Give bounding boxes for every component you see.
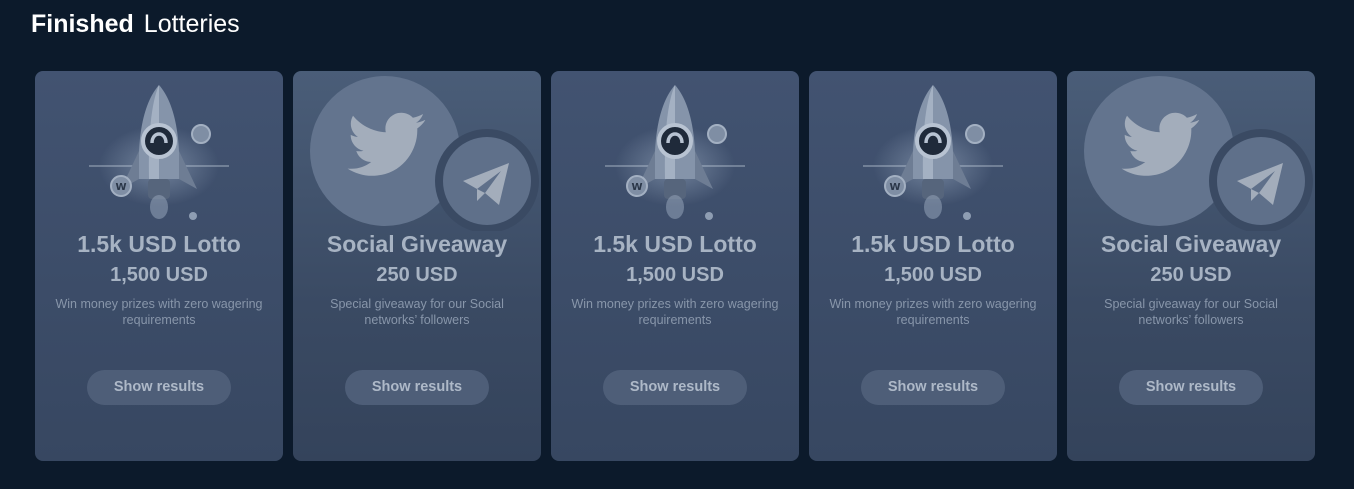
lottery-amount: 1,500 USD <box>110 264 208 286</box>
lottery-description: Special giveaway for our Social networks… <box>1104 297 1278 327</box>
rocket-icon: W <box>89 85 229 220</box>
lottery-amount: 1,500 USD <box>626 264 724 286</box>
lottery-title: Social Giveaway <box>326 231 508 257</box>
lottery-card[interactable]: Social Giveaway 250 USD Special giveaway… <box>293 71 541 461</box>
lottery-amount: 250 USD <box>376 264 458 286</box>
lottery-card[interactable]: W 1.5k USD Lotto 1,500 USD Win money pri… <box>551 71 799 461</box>
lottery-title: 1.5k USD Lotto <box>593 231 757 257</box>
lottery-description: Special giveaway for our Social networks… <box>330 297 504 327</box>
lottery-title: 1.5k USD Lotto <box>851 231 1015 257</box>
section-title: Finished Lotteries <box>31 10 240 39</box>
rocket-icon: W <box>863 85 1003 220</box>
rocket-icon: W <box>605 85 745 220</box>
show-results-button[interactable]: Show results <box>1119 370 1263 405</box>
section-title-light: Lotteries <box>143 10 240 38</box>
show-results-button[interactable]: Show results <box>603 370 747 405</box>
show-results-button[interactable]: Show results <box>87 370 231 405</box>
show-results-button[interactable]: Show results <box>861 370 1005 405</box>
svg-text:W: W <box>115 182 126 193</box>
section-title-strong: Finished <box>31 10 134 38</box>
svg-text:W: W <box>631 182 642 193</box>
twitter-telegram-icon <box>310 76 539 231</box>
lottery-card[interactable]: Social Giveaway 250 USD Special giveaway… <box>1067 71 1315 461</box>
lottery-description: Win money prizes with zero wagering requ… <box>571 297 779 327</box>
lottery-card[interactable]: W 1.5k USD Lotto 1,500 USD Win money pri… <box>35 71 283 461</box>
show-results-button[interactable]: Show results <box>345 370 489 405</box>
twitter-telegram-icon <box>1084 76 1313 231</box>
lottery-amount: 250 USD <box>1150 264 1232 286</box>
svg-text:W: W <box>889 182 900 193</box>
lottery-card[interactable]: W 1.5k USD Lotto 1,500 USD Win money pri… <box>809 71 1057 461</box>
lottery-amount: 1,500 USD <box>884 264 982 286</box>
lottery-title: Social Giveaway <box>1100 231 1282 257</box>
lottery-description: Win money prizes with zero wagering requ… <box>829 297 1037 327</box>
lottery-description: Win money prizes with zero wagering requ… <box>55 297 263 327</box>
lottery-title: 1.5k USD Lotto <box>77 231 241 257</box>
lottery-card-list: W 1.5k USD Lotto 1,500 USD Win money pri… <box>35 71 1315 461</box>
